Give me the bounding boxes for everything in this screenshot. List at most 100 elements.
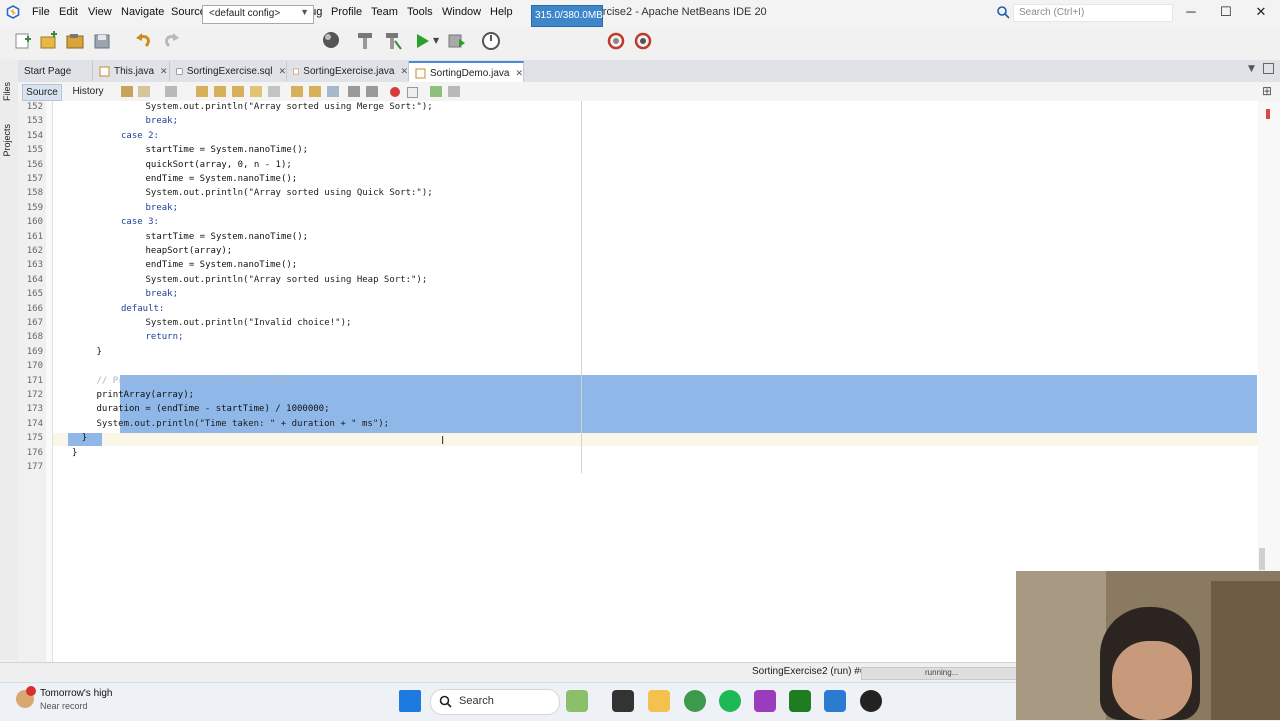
netbeans-icon[interactable] [824,690,846,712]
redo-icon[interactable] [161,31,181,51]
close-icon[interactable]: ✕ [278,66,286,77]
back-icon[interactable] [138,86,150,97]
config-select[interactable]: <default config> ▼ [202,5,314,24]
chrome-icon[interactable] [684,690,706,712]
close-icon[interactable]: ✕ [515,68,523,79]
code-line[interactable]: case 3: [121,217,159,227]
comment-icon[interactable] [430,86,442,97]
menu-file[interactable]: File [32,6,50,18]
menu-window[interactable]: Window [442,6,481,18]
code-line[interactable]: endTime = System.nanoTime(); [146,260,298,270]
code-line[interactable]: return; [146,332,184,342]
code-line[interactable]: duration = (endTime - startTime) / 10000… [97,404,330,414]
windows-start-icon[interactable] [399,690,421,712]
scrollbar-thumb[interactable] [1259,548,1265,570]
tab-sortingdemo-java[interactable]: SortingDemo.java ✕ [409,61,524,83]
code-line[interactable]: break; [146,116,179,126]
open-project-icon[interactable] [65,31,85,51]
garbage-collect-icon[interactable] [606,31,626,51]
shift-right-icon[interactable] [366,86,378,97]
tab-sortingexercise-sql[interactable]: SortingExercise.sql ✕ [170,61,287,81]
tab-list-chevron-icon[interactable]: ▼ [1248,64,1255,74]
build-hammer-icon[interactable] [355,31,375,51]
menu-profile[interactable]: Profile [331,6,362,18]
error-mark-icon[interactable] [1266,109,1270,119]
previous-bookmark-icon[interactable] [291,86,303,97]
tab-sortingexercise-java[interactable]: SortingExercise.java ✕ [287,61,409,81]
find-previous-icon[interactable] [214,86,226,97]
spotify-icon[interactable] [719,690,741,712]
code-line[interactable]: System.out.println("Array sorted using H… [146,275,428,285]
history-view-button[interactable]: History [67,84,109,99]
close-button[interactable]: ✕ [1246,4,1276,22]
close-icon[interactable]: ✕ [160,66,168,77]
code-line[interactable]: } [97,347,102,357]
code-line[interactable]: startTime = System.nanoTime(); [146,232,309,242]
maximize-button[interactable]: ☐ [1211,4,1241,22]
toggle-bookmark-icon[interactable] [327,86,339,97]
store-icon[interactable] [754,690,776,712]
code-line[interactable]: System.out.println("Time taken: " + dura… [97,419,390,429]
run-icon[interactable] [412,31,432,51]
minimize-button[interactable]: ─ [1176,4,1206,22]
app-icon[interactable] [860,690,882,712]
xbox-icon[interactable] [789,690,811,712]
profile-icon[interactable] [481,31,501,51]
source-view-button[interactable]: Source [22,84,62,101]
new-file-icon[interactable] [13,31,33,51]
code-line[interactable]: case 2: [121,131,159,141]
shift-left-icon[interactable] [348,86,360,97]
code-line[interactable]: System.out.println("Array sorted using M… [146,102,433,112]
code-line[interactable]: default: [121,304,164,314]
code-line[interactable]: break; [146,289,179,299]
code-line[interactable]: startTime = System.nanoTime(); [146,145,309,155]
tab-start-page[interactable]: Start Page [20,61,93,81]
menu-edit[interactable]: Edit [59,6,78,18]
code-line[interactable]: printArray(array); [97,390,195,400]
folder-icon[interactable] [648,690,670,712]
fold-margin[interactable] [46,101,53,662]
close-icon[interactable]: ✕ [400,66,408,77]
memory-usage-indicator[interactable]: 315.0/380.0MB [531,5,603,27]
menu-help[interactable]: Help [490,6,513,18]
save-all-icon[interactable] [92,31,112,51]
code-line[interactable]: } [72,448,77,458]
globe-icon[interactable] [321,30,341,50]
find-next-icon[interactable] [232,86,244,97]
projects-tab[interactable]: Projects [2,124,12,157]
menu-view[interactable]: View [88,6,112,18]
code-line[interactable]: heapSort(array); [146,246,233,256]
menu-navigate[interactable]: Navigate [121,6,164,18]
code-line[interactable]: break; [146,203,179,213]
tab-this-java[interactable]: This.java ✕ [93,61,170,81]
undo-icon[interactable] [134,31,154,51]
uncomment-icon[interactable] [448,86,460,97]
scenery-icon[interactable] [566,690,588,712]
search-icon[interactable] [996,5,1010,19]
run-dropdown-chevron-icon[interactable]: ▼ [433,36,439,45]
split-editor-icon[interactable]: ⊞ [1262,84,1272,98]
start-macro-icon[interactable] [390,87,400,97]
code-line[interactable]: quickSort(array, 0, n - 1); [146,160,292,170]
menu-tools[interactable]: Tools [407,6,433,18]
files-tab[interactable]: Files [2,82,12,101]
code-line[interactable]: endTime = System.nanoTime(); [146,174,298,184]
next-bookmark-icon[interactable] [309,86,321,97]
run-status-label[interactable]: SortingExercise2 (run) #6 [752,666,865,677]
terminal-icon[interactable] [612,690,634,712]
gc-stop-icon[interactable] [633,31,653,51]
forward-icon[interactable] [165,86,177,97]
code-line[interactable]: } [82,433,87,443]
last-edit-icon[interactable] [121,86,133,97]
taskbar-search[interactable]: Search [430,689,560,715]
toggle-highlight-icon[interactable] [250,86,262,97]
code-line[interactable]: // Print sorted array and time taken [97,376,292,386]
find-selection-icon[interactable] [196,86,208,97]
menu-team[interactable]: Team [371,6,398,18]
search-field[interactable]: Search (Ctrl+I) [1013,4,1173,22]
maximize-editor-icon[interactable] [1263,63,1274,74]
stop-macro-icon[interactable] [407,87,418,98]
debug-icon[interactable] [446,31,466,51]
toggle-rectangular-icon[interactable] [268,86,280,97]
weather-title[interactable]: Tomorrow's high [40,688,113,699]
